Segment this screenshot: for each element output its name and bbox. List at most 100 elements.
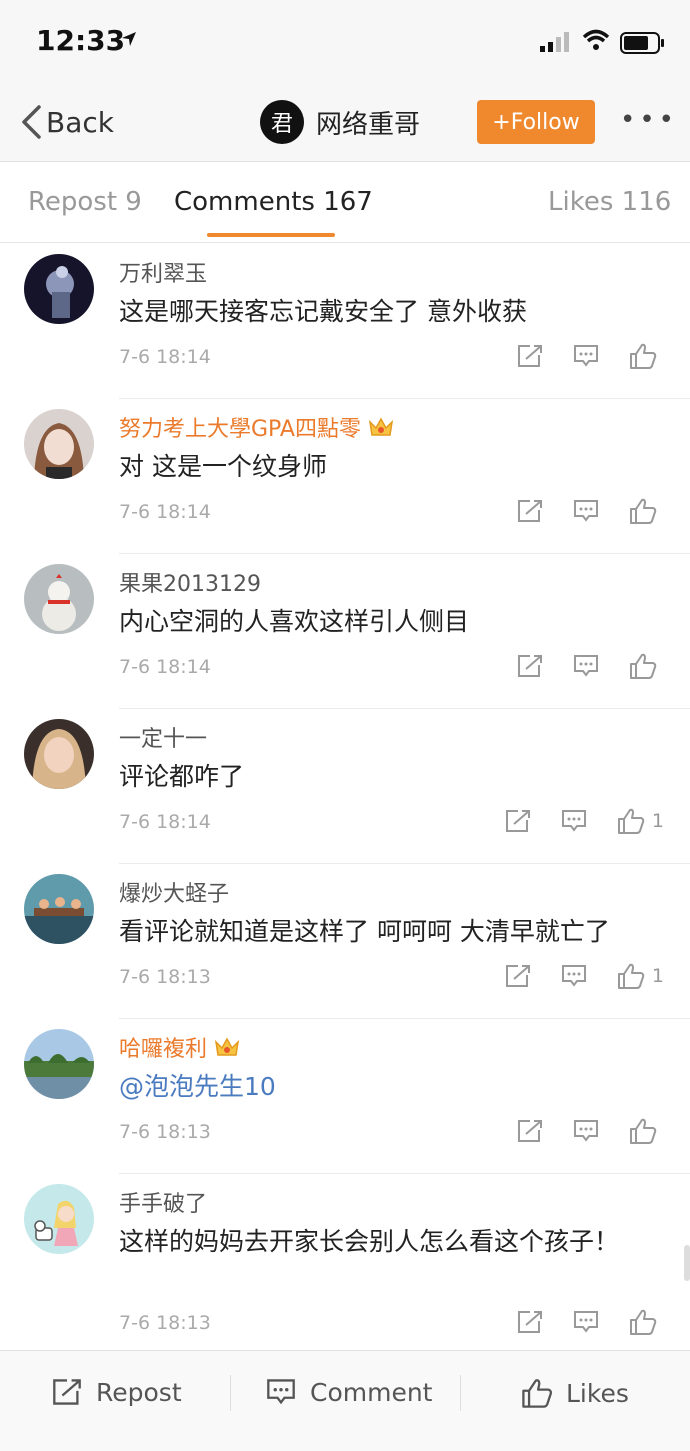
comment-username[interactable]: 努力考上大學GPA四點零 — [119, 411, 395, 443]
avatar[interactable] — [24, 254, 94, 324]
like-button[interactable] — [628, 652, 664, 680]
comment-button[interactable] — [560, 963, 588, 989]
comment-username[interactable]: 果果2013129 — [119, 566, 261, 598]
comment-list: 万利翠玉 这是哪天接客忘记戴安全了 意外收获 7-6 18:14 努力考上大學G… — [0, 244, 690, 1364]
bottom-comment-button[interactable]: Comment — [264, 1377, 433, 1407]
vip-crown-icon — [368, 417, 394, 436]
like-button[interactable] — [628, 342, 664, 370]
divider — [230, 1375, 231, 1411]
comment-icon — [574, 500, 598, 522]
comment-username[interactable]: 一定十一 — [119, 721, 207, 753]
repost-button[interactable] — [516, 343, 544, 369]
like-count: 1 — [651, 965, 664, 987]
repost-icon — [518, 1120, 542, 1142]
repost-icon — [505, 965, 530, 987]
status-bar: 12:33 — [0, 0, 690, 82]
comment-mention-link[interactable]: @泡泡先生10 — [119, 1067, 669, 1107]
comment-button[interactable] — [572, 1118, 600, 1144]
comment-time: 7-6 18:14 — [119, 501, 211, 523]
like-button[interactable] — [628, 1308, 664, 1336]
thumbs-up-icon — [630, 1118, 657, 1144]
bottom-action-bar: Repost Comment Likes — [0, 1350, 690, 1451]
thumbs-up-icon — [630, 1309, 657, 1335]
repost-icon — [518, 345, 542, 367]
comment-actions — [516, 342, 664, 370]
location-arrow-icon — [122, 32, 136, 46]
repost-icon — [518, 500, 542, 522]
comment-username[interactable]: 手手破了 — [119, 1186, 207, 1218]
comment-text: 这样的妈妈去开家长会别人怎么看这个孩子！ — [119, 1227, 620, 1256]
comment-icon — [574, 1120, 598, 1142]
comment-item: 万利翠玉 这是哪天接客忘记戴安全了 意外收获 7-6 18:14 — [0, 244, 690, 399]
repost-button[interactable] — [516, 1118, 544, 1144]
tab-underline — [207, 233, 335, 237]
avatar[interactable] — [24, 719, 94, 789]
comment-item: 努力考上大學GPA四點零 对 这是一个纹身师 7-6 18:14 — [0, 399, 690, 554]
avatar[interactable] — [24, 564, 94, 634]
follow-button[interactable]: +Follow — [477, 100, 595, 144]
like-button[interactable] — [628, 497, 664, 525]
comment-actions: 1 — [504, 807, 664, 835]
comment-text: 评论都咋了 — [119, 762, 245, 791]
comment-item: 手手破了 这样的妈妈去开家长会别人怎么看这个孩子！ 7-6 18:13 — [0, 1174, 690, 1364]
comment-icon — [561, 965, 586, 987]
repost-button[interactable] — [504, 808, 532, 834]
nav-bar: Back 君 网络重哥 +Follow ••• — [0, 82, 690, 162]
chevron-left-icon — [22, 105, 41, 139]
like-count: 1 — [651, 810, 664, 832]
comment-text: 对 这是一个纹身师 — [119, 452, 327, 481]
signal-icon — [540, 32, 569, 52]
comment-button[interactable] — [572, 1309, 600, 1335]
comment-time: 7-6 18:13 — [119, 1312, 211, 1334]
tab-bar: Repost 9 Comments 167 Likes 116 — [0, 163, 690, 243]
comment-time: 7-6 18:14 — [119, 346, 211, 368]
comment-icon — [574, 345, 598, 367]
bottom-likes-label: Likes — [566, 1378, 629, 1408]
bottom-repost-label: Repost — [96, 1377, 182, 1407]
bottom-likes-button[interactable]: Likes — [520, 1377, 629, 1409]
comment-item: 爆炒大蛏子 看评论就知道是这样了 呵呵呵 大清早就亡了 7-6 18:13 1 — [0, 864, 690, 1019]
comment-icon — [574, 655, 598, 677]
like-button[interactable]: 1 — [616, 962, 664, 990]
bottom-repost-button[interactable]: Repost — [50, 1377, 182, 1407]
comment-username[interactable]: 爆炒大蛏子 — [119, 876, 229, 908]
tab-likes[interactable]: Likes 116 — [548, 187, 671, 217]
avatar[interactable] — [24, 409, 94, 479]
thumbs-up-icon — [522, 1379, 553, 1408]
comment-username[interactable]: 万利翠玉 — [119, 256, 207, 288]
avatar[interactable] — [24, 874, 94, 944]
bottom-comment-label: Comment — [310, 1377, 433, 1407]
repost-icon — [518, 1311, 542, 1333]
back-button[interactable]: Back — [20, 102, 114, 142]
profile-header[interactable]: 君 网络重哥 — [260, 100, 420, 144]
comment-actions — [516, 1117, 664, 1145]
more-icon[interactable]: ••• — [620, 107, 678, 133]
like-button[interactable] — [628, 1117, 664, 1145]
tab-comments[interactable]: Comments 167 — [174, 187, 373, 217]
repost-button[interactable] — [516, 653, 544, 679]
thumbs-up-icon — [617, 808, 645, 834]
comment-actions — [516, 1308, 664, 1336]
comment-icon — [574, 1311, 598, 1333]
thumbs-up-icon — [630, 343, 657, 369]
wifi-icon — [582, 29, 610, 50]
avatar[interactable] — [24, 1184, 94, 1254]
comment-button[interactable] — [572, 343, 600, 369]
comment-actions — [516, 652, 664, 680]
comment-button[interactable] — [572, 498, 600, 524]
tab-repost[interactable]: Repost 9 — [28, 187, 142, 217]
comment-item: 哈囉複利 @泡泡先生10 7-6 18:13 — [0, 1019, 690, 1174]
comment-icon — [561, 810, 586, 832]
repost-button[interactable] — [516, 498, 544, 524]
scrollbar[interactable] — [684, 1245, 690, 1281]
repost-button[interactable] — [504, 963, 532, 989]
comment-button[interactable] — [572, 653, 600, 679]
like-button[interactable]: 1 — [616, 807, 664, 835]
vip-crown-icon — [214, 1037, 240, 1056]
profile-name: 网络重哥 — [316, 109, 421, 140]
divider — [460, 1375, 461, 1411]
repost-button[interactable] — [516, 1309, 544, 1335]
comment-username[interactable]: 哈囉複利 — [119, 1031, 241, 1063]
avatar[interactable] — [24, 1029, 94, 1099]
comment-button[interactable] — [560, 808, 588, 834]
